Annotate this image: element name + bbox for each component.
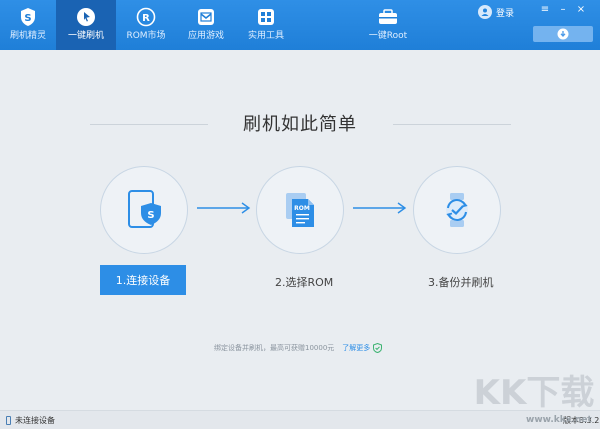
phone-icon xyxy=(6,416,11,425)
watermark-url: www.kkx.net xyxy=(526,415,592,425)
page-title: 刷机如此简单 xyxy=(243,114,357,135)
watch-refresh-icon xyxy=(446,193,468,227)
download-manager-button[interactable] xyxy=(533,26,593,42)
arrow-right-icon xyxy=(197,202,251,214)
nav-item-one-click-root[interactable]: 一键Root xyxy=(358,0,418,50)
login-button[interactable]: 登录 xyxy=(478,5,514,19)
device-status: 未连接设备 xyxy=(6,415,55,426)
mail-box-icon xyxy=(195,6,217,28)
step-select-rom: ROM xyxy=(256,166,344,254)
login-label: 登录 xyxy=(496,8,515,19)
shield-check-icon xyxy=(373,343,383,353)
nav-item-rom-market[interactable]: R ROM市场 xyxy=(116,0,176,50)
window-controls: ≡ – × xyxy=(538,4,588,16)
menu-icon[interactable]: ≡ xyxy=(538,4,552,16)
nav-item-label: ROM市场 xyxy=(126,31,166,41)
nav-item-apps-games[interactable]: 应用游戏 xyxy=(176,0,236,50)
svg-text:KK下载: KK下载 xyxy=(474,373,595,410)
nav-item-tools[interactable]: 实用工具 xyxy=(236,0,296,50)
download-icon xyxy=(557,28,569,40)
step-backup-flash xyxy=(413,166,501,254)
svg-text:R: R xyxy=(142,13,150,24)
title-bar: S 刷机精灵 一键刷机 R ROM市场 应用游戏 实用工具 一键Root 登录 … xyxy=(0,0,600,50)
promo-banner: 绑定设备并刷机，最高可获赠10000元 了解更多 xyxy=(214,343,383,353)
nav-item-label: 实用工具 xyxy=(247,31,284,41)
grid-tools-icon xyxy=(255,6,277,28)
learn-more-link[interactable]: 了解更多 xyxy=(342,343,370,353)
minimize-icon[interactable]: – xyxy=(556,4,570,16)
nav-item-one-click-flash[interactable]: 一键刷机 xyxy=(56,0,116,50)
step-label-backup-flash: 3.备份并刷机 xyxy=(428,276,494,289)
nav-item-label: 一键Root xyxy=(368,31,408,41)
main-nav: S 刷机精灵 一键刷机 R ROM市场 应用游戏 实用工具 一键Root xyxy=(0,0,418,50)
svg-text:S: S xyxy=(147,210,154,221)
svg-text:S: S xyxy=(24,13,31,24)
close-icon[interactable]: × xyxy=(574,4,588,16)
nav-item-label: 刷机精灵 xyxy=(9,31,46,41)
nav-item-label: 一键刷机 xyxy=(67,31,104,41)
promo-text: 绑定设备并刷机，最高可获赠10000元 xyxy=(214,344,335,352)
step-connect-device: S xyxy=(100,166,188,254)
avatar-icon xyxy=(478,5,492,19)
shield-s-logo-icon: S xyxy=(17,6,39,28)
step-label-select-rom: 2.选择ROM xyxy=(275,276,334,289)
rom-files-icon: ROM xyxy=(286,193,314,227)
arrow-right-icon xyxy=(353,202,407,214)
heading-divider-right xyxy=(393,124,511,125)
connect-device-button[interactable]: 1.连接设备 xyxy=(100,265,186,295)
cursor-arrow-icon xyxy=(75,6,97,28)
phone-shield-icon: S xyxy=(128,190,161,228)
r-circle-icon: R xyxy=(135,6,157,28)
nav-item-label: 应用游戏 xyxy=(187,31,224,41)
kk-download-watermark-logo: KK下载 xyxy=(474,373,595,410)
connection-status: 未连接设备 xyxy=(15,416,55,425)
root-toolbox-icon xyxy=(377,6,399,28)
status-bar: 未连接设备 版本3.3.2 xyxy=(0,410,600,429)
svg-text:ROM: ROM xyxy=(294,205,310,212)
nav-item-shuaji-jingling[interactable]: S 刷机精灵 xyxy=(0,0,56,50)
